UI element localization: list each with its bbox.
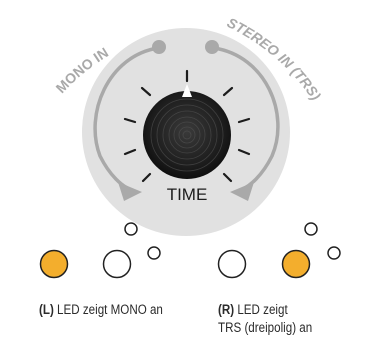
diagram: MONO IN STEREO IN (TRS) TIME (L) LED zei… (0, 0, 369, 347)
right-caption-text-1: LED zeigt (234, 302, 288, 317)
right-trs-led (281, 249, 311, 279)
left-caption-text: LED zeigt MONO an (53, 302, 163, 317)
knob-diagram: MONO IN STEREO IN (TRS) TIME (39, 14, 341, 279)
right-caption-text-2: TRS (dreipolig) an (218, 320, 313, 335)
left-small-led-top (124, 222, 138, 236)
right-small-led-bottom (327, 246, 341, 260)
time-label: TIME (167, 185, 208, 204)
left-led-caption: (L) LED zeigt MONO an (39, 301, 163, 319)
stereo-position-dot (205, 40, 219, 54)
mono-position-dot (152, 40, 166, 54)
left-caption-tag: (L) (39, 302, 54, 317)
right-jack-socket (217, 249, 247, 279)
left-small-led-bottom (147, 246, 161, 260)
time-knob[interactable] (143, 91, 231, 179)
right-caption-tag: (R) (218, 302, 235, 317)
right-led-caption: (R) LED zeigt TRS (dreipolig) an (218, 301, 312, 337)
left-mono-led (39, 249, 69, 279)
right-small-led-top (304, 222, 318, 236)
left-jack-socket (102, 249, 132, 279)
